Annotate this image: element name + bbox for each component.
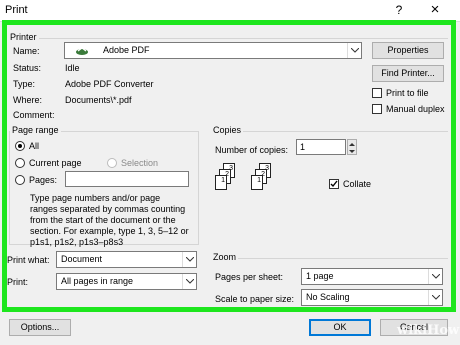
help-icon[interactable]: ? — [392, 3, 406, 17]
options-button[interactable]: Options... — [9, 319, 71, 336]
ok-button[interactable]: OK — [309, 319, 371, 336]
close-icon[interactable]: × — [426, 1, 444, 18]
print-dialog: Print ? × Printer Name: Adobe PDF Status… — [0, 0, 460, 345]
watermark-logo: wikiHow — [397, 323, 460, 338]
title-bar: Print ? × — [0, 0, 460, 22]
window-title: Print — [5, 4, 28, 16]
highlight-frame — [2, 20, 456, 312]
